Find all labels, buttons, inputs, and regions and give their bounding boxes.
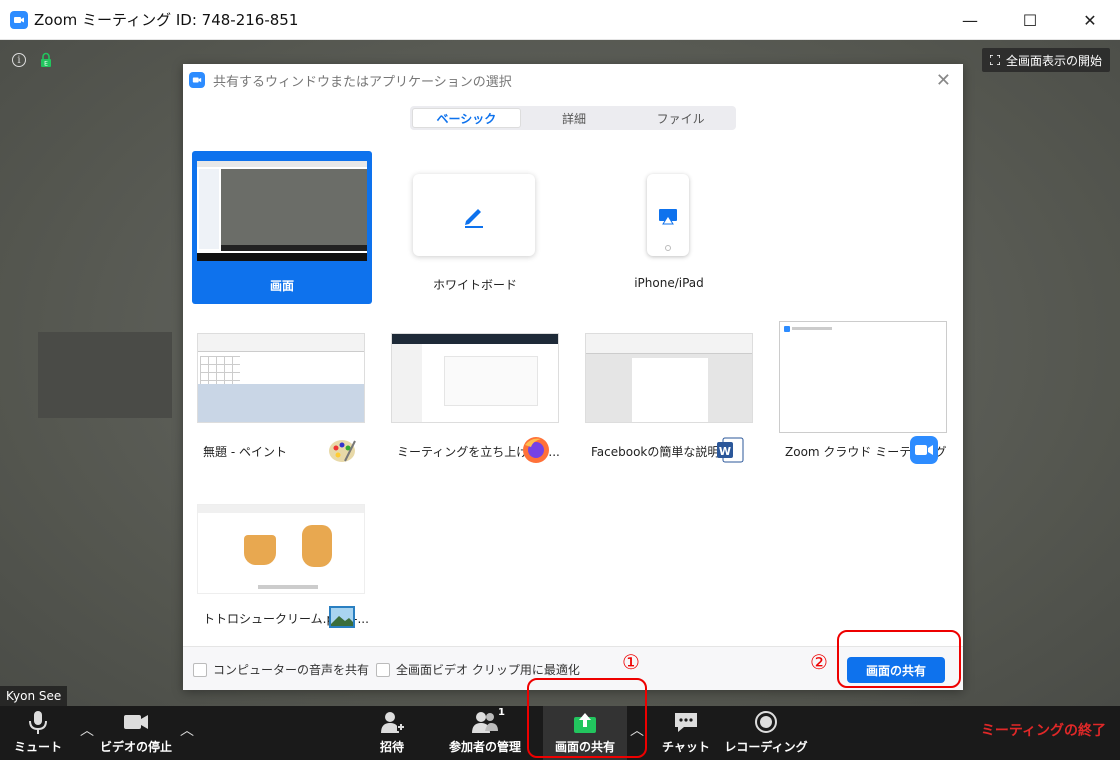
checkbox-label: コンピューターの音声を共有 (213, 663, 370, 677)
tile-paint[interactable]: 無題 - ペイント (189, 329, 369, 464)
window-thumbnail (197, 504, 365, 594)
video-thumbnail-area (38, 332, 172, 418)
firefox-icon (523, 437, 549, 463)
window-thumbnail (585, 333, 753, 423)
share-audio-checkbox[interactable]: コンピューターの音声を共有 (193, 661, 369, 678)
record-button[interactable]: レコーディング (722, 706, 810, 760)
participants-label: 参加者の管理 (448, 740, 521, 754)
window-thumbnail (779, 321, 947, 433)
video-camera-icon (124, 715, 148, 729)
info-icon[interactable]: i (12, 53, 26, 67)
annotation-number-2: ② (810, 650, 828, 674)
end-meeting-button[interactable]: ミーティングの終了 (981, 720, 1106, 740)
dialog-header: 共有するウィンドウまたはアプリケーションの選択 ✕ (183, 64, 963, 96)
tile-label: iPhone/iPad (634, 276, 704, 290)
tile-photos[interactable]: トトロシュークリーム.png -... (189, 498, 369, 628)
checkbox-label: 全画面ビデオ クリップ用に最適化 (396, 663, 580, 677)
invite-button[interactable]: 招待 (364, 706, 420, 760)
tab-files[interactable]: ファイル (627, 108, 734, 128)
tab-basic[interactable]: ベーシック (412, 108, 521, 128)
checkbox-box[interactable] (193, 662, 207, 677)
window-thumbnail (197, 333, 365, 423)
share-tabs: ベーシック 詳細 ファイル (410, 106, 736, 130)
word-icon: W (717, 437, 744, 463)
tile-zoom-cloud[interactable]: Zoom クラウド ミーティング (771, 319, 951, 464)
tile-firefox[interactable]: ミーティングを立ち上げる -... (383, 329, 563, 464)
participants-icon (472, 712, 498, 733)
record-icon (755, 711, 777, 733)
fullscreen-button[interactable]: 全画面表示の開始 (981, 48, 1110, 72)
chat-bubble-icon (675, 713, 697, 732)
stop-video-label: ビデオの停止 (99, 740, 172, 754)
manage-participants-button[interactable]: 1 参加者の管理 (440, 706, 530, 760)
annotation-number-1: ① (622, 650, 640, 674)
audio-options-chevron-up-icon[interactable]: ︿ (80, 720, 94, 740)
screen-thumbnail (197, 161, 367, 261)
chat-button[interactable]: チャット (658, 706, 714, 760)
annotation-highlight-share-button (837, 630, 961, 688)
window-thumbnail (391, 333, 559, 423)
encryption-lock-icon[interactable]: E (40, 52, 52, 68)
dialog-close-icon[interactable]: ✕ (936, 70, 951, 91)
add-user-icon (381, 712, 405, 733)
tile-word[interactable]: Facebookの簡単な説明.... W (577, 329, 757, 464)
minimize-button[interactable]: — (940, 0, 1000, 40)
fullscreen-icon (989, 55, 1000, 65)
zoom-icon (910, 436, 938, 464)
participants-count: 1 (498, 707, 505, 718)
tab-advanced[interactable]: 詳細 (521, 108, 628, 128)
airplay-icon (659, 209, 677, 251)
fullscreen-label: 全画面表示の開始 (1005, 53, 1102, 68)
participant-name-tag: Kyon See (0, 686, 68, 706)
microphone-icon (29, 711, 47, 734)
zoom-logo-icon (189, 72, 205, 88)
svg-text:E: E (44, 61, 48, 68)
dialog-title: 共有するウィンドウまたはアプリケーションの選択 (213, 74, 512, 90)
chat-label: チャット (662, 740, 710, 754)
optimize-video-checkbox[interactable]: 全画面ビデオ クリップ用に最適化 (376, 661, 580, 678)
tile-whiteboard[interactable] (413, 174, 535, 256)
tile-iphone-ipad[interactable] (647, 174, 689, 256)
tile-label: 画面 (269, 279, 294, 293)
video-options-chevron-up-icon[interactable]: ︿ (180, 720, 194, 740)
svg-text:W: W (719, 445, 731, 458)
mute-label: ミュート (13, 740, 62, 754)
record-label: レコーディング (724, 740, 808, 754)
stop-video-button[interactable]: ビデオの停止 (96, 706, 176, 760)
maximize-button[interactable]: ☐ (1000, 0, 1060, 40)
mute-button[interactable]: ミュート (10, 706, 66, 760)
checkbox-box[interactable] (376, 662, 390, 677)
share-screen-dialog: 共有するウィンドウまたはアプリケーションの選択 ✕ ベーシック 詳細 ファイル … (183, 64, 963, 690)
window-title: Zoom ミーティング ID: 748-216-851 (34, 11, 299, 29)
paint-icon (329, 440, 356, 462)
tile-screen[interactable]: 画面 (192, 151, 372, 304)
annotation-highlight-toolbar-share (527, 678, 647, 758)
tile-label: ホワイトボード (432, 278, 517, 292)
zoom-logo-icon (10, 10, 28, 29)
window-titlebar: Zoom ミーティング ID: 748-216-851 — ☐ ✕ (0, 0, 1120, 40)
pencil-icon (465, 209, 483, 228)
photos-icon (329, 606, 355, 628)
invite-label: 招待 (379, 740, 404, 754)
close-window-button[interactable]: ✕ (1060, 0, 1120, 40)
